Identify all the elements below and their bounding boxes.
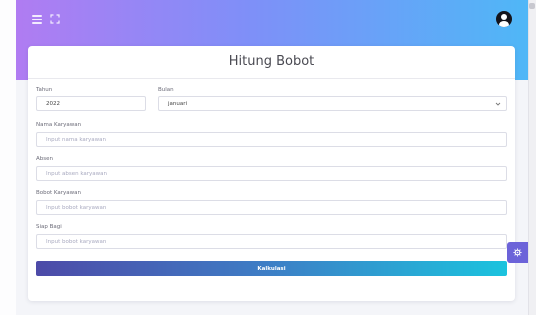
scroll-up-arrow[interactable] (529, 3, 535, 9)
siap-bagi-input[interactable]: Input bobot karyawan (36, 234, 507, 249)
chevron-down-icon (495, 102, 501, 106)
fullscreen-icon[interactable] (50, 14, 60, 24)
bulan-label: Bulan (158, 87, 174, 93)
nama-karyawan-input[interactable]: Input nama karyawan (36, 132, 507, 147)
settings-button[interactable] (507, 242, 528, 263)
page-scrollbar[interactable] (528, 0, 536, 315)
bobot-karyawan-label: Bobot Karyawan (36, 190, 82, 196)
siap-bagi-label: Siap Bagi (36, 224, 62, 230)
tahun-label: Tahun (36, 87, 53, 93)
left-rail (0, 0, 16, 315)
hitung-bobot-card: Hitung Bobot Tahun 2022 Bulan januari Na… (28, 46, 515, 301)
gear-icon (513, 248, 522, 257)
page-title: Hitung Bobot (228, 54, 315, 69)
absen-input[interactable]: Input absen karyawan (36, 166, 507, 181)
nama-karyawan-label: Nama Karyawan (36, 122, 82, 128)
bulan-selected-value: januari (168, 100, 188, 107)
hamburger-menu-icon[interactable] (32, 15, 42, 24)
bobot-karyawan-input[interactable]: Input bobot karyawan (36, 200, 507, 215)
kalkulasi-button[interactable]: Kalkulasi (36, 261, 507, 276)
absen-label: Absen (36, 156, 53, 162)
title-divider (28, 78, 515, 79)
tahun-input[interactable]: 2022 (36, 96, 146, 111)
bulan-select[interactable]: januari (158, 96, 507, 111)
user-avatar-icon[interactable] (496, 11, 512, 27)
